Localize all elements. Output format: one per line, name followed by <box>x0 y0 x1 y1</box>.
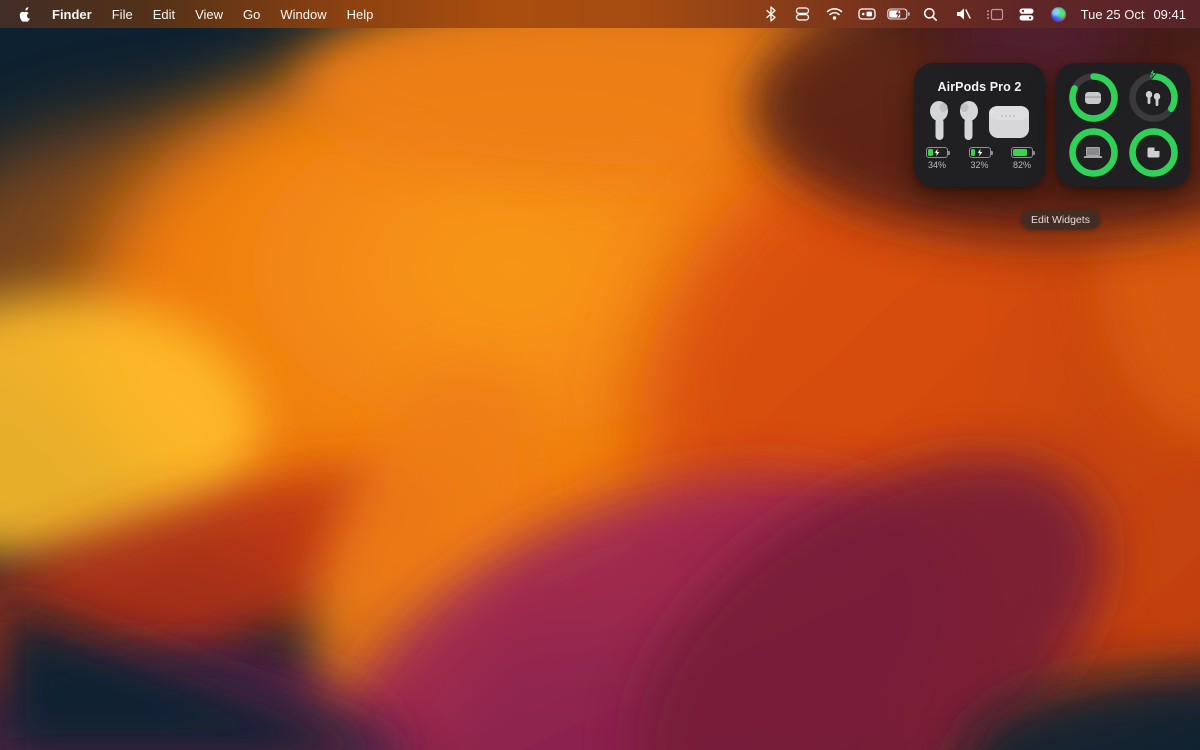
battery-charging-icon[interactable] <box>886 0 911 28</box>
edit-widgets-button[interactable]: Edit Widgets <box>1021 210 1100 229</box>
airpods-widget-title: AirPods Pro 2 <box>937 80 1022 94</box>
window-layout-icon[interactable] <box>983 0 1007 28</box>
menu-bar: Finder File Edit View Go Window Help Tue… <box>0 0 1200 28</box>
menu-help[interactable]: Help <box>337 0 384 28</box>
left-earbud-percent: 34% <box>927 160 946 170</box>
layers-stack-icon[interactable] <box>791 0 815 28</box>
apple-menu[interactable] <box>12 6 42 22</box>
airpods-case-icon <box>988 106 1029 138</box>
battery-pill-icon <box>968 147 993 158</box>
menu-edit[interactable]: Edit <box>143 0 185 28</box>
siri-orb <box>1051 6 1067 22</box>
charge-bolt-icon <box>927 148 947 157</box>
left-earbud-battery: 34% <box>926 147 950 170</box>
menu-view[interactable]: View <box>185 0 233 28</box>
menu-go[interactable]: Go <box>233 0 270 28</box>
menu-file[interactable]: File <box>102 0 143 28</box>
siri-icon[interactable] <box>1047 0 1071 28</box>
ring-macbook <box>1066 125 1121 180</box>
airpods-battery-row: 34% 32% 82% <box>914 147 1045 170</box>
volume-mute-icon[interactable] <box>951 0 975 28</box>
airpods-mini-icon <box>1126 70 1181 125</box>
spotlight-search-icon[interactable] <box>919 0 943 28</box>
case-percent: 82% <box>1012 160 1031 170</box>
airpods-icons <box>928 98 1032 142</box>
macbook-mini-icon <box>1066 125 1121 180</box>
device-mini-icon <box>1126 125 1181 180</box>
ring-airpods-case <box>1066 70 1121 125</box>
edit-widgets-label: Edit Widgets <box>1031 213 1090 226</box>
menu-bar-clock[interactable]: Tue 25 Oct 09:41 <box>1079 7 1186 22</box>
menu-finder[interactable]: Finder <box>42 0 102 28</box>
bluetooth-icon[interactable] <box>759 0 783 28</box>
airpods-case-mini-icon <box>1066 70 1121 125</box>
menu-window[interactable]: Window <box>270 0 336 28</box>
desktop[interactable]: Finder File Edit View Go Window Help Tue… <box>0 0 1200 750</box>
wifi-icon[interactable] <box>823 0 847 28</box>
stage-manager-icon[interactable] <box>1015 0 1039 28</box>
left-earbud-icon <box>929 101 948 140</box>
battery-pill-icon <box>926 147 950 158</box>
right-earbud-percent: 32% <box>970 160 989 170</box>
ring-airpods <box>1126 66 1181 125</box>
clock-time: 09:41 <box>1153 6 1186 22</box>
screen-capture-icon[interactable] <box>855 0 879 28</box>
batteries-rings-widget[interactable] <box>1056 63 1190 187</box>
charge-bolt-icon <box>970 148 990 157</box>
right-earbud-icon <box>959 101 978 140</box>
airpods-battery-widget[interactable]: AirPods Pro 2 34% 32% 82% <box>914 63 1045 187</box>
case-battery: 82% <box>1011 147 1035 170</box>
clock-date: Tue 25 Oct <box>1080 6 1145 22</box>
battery-pill-icon <box>1011 147 1035 158</box>
apple-logo-icon <box>19 7 30 22</box>
ring-keyboard-device <box>1126 125 1181 180</box>
right-earbud-battery: 32% <box>968 147 993 170</box>
